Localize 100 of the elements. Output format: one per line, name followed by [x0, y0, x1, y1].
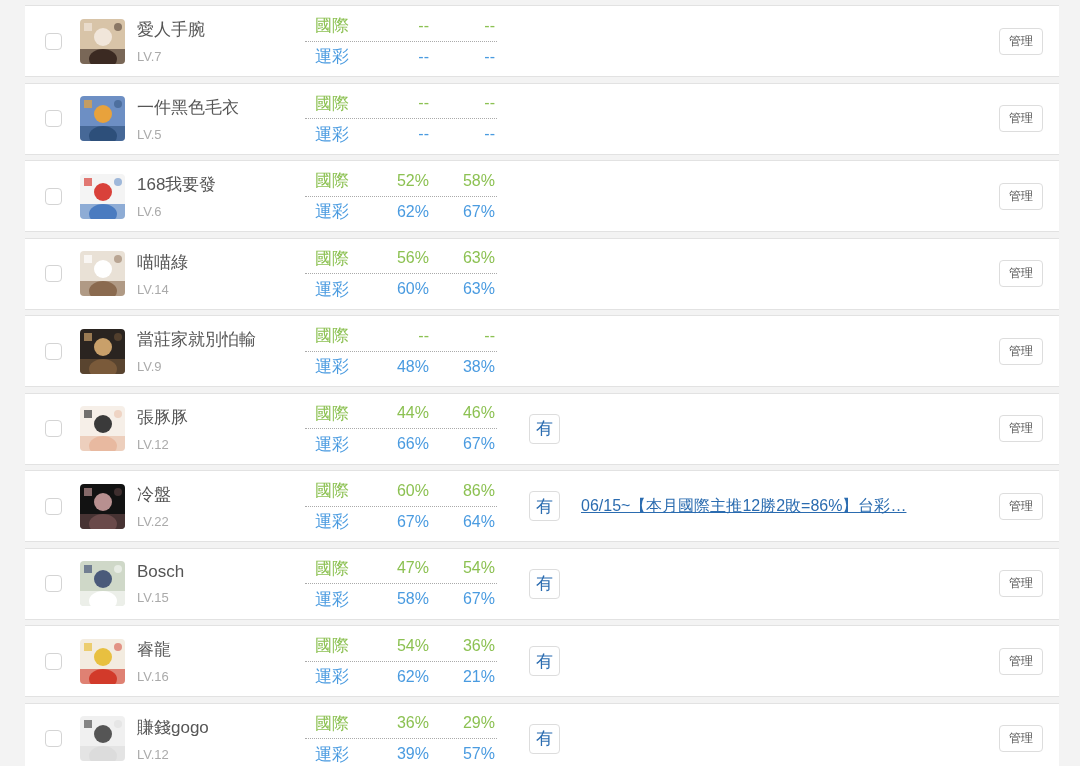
win-rate: 67% [461, 590, 495, 608]
category-label: 運彩 [315, 356, 350, 378]
win-rate: -- [417, 125, 429, 143]
category-label: 國際 [315, 170, 350, 192]
checkbox[interactable] [45, 575, 62, 592]
win-rate: 67% [461, 202, 495, 221]
level-label: LV.6 [137, 204, 163, 219]
level-label: LV.12 [137, 436, 170, 452]
category-label: 國際 [315, 15, 350, 37]
level-label: LV.7 [137, 49, 163, 64]
manage-button[interactable]: 管理 [999, 570, 1043, 597]
manage-button[interactable]: 管理 [999, 260, 1043, 287]
user-name: 當莊家就別怕輸 [137, 329, 257, 351]
user-name: Bosch [137, 562, 186, 582]
manage-button[interactable]: 管理 [999, 492, 1043, 520]
checkbox[interactable] [45, 420, 62, 437]
category-label: 國際 [315, 247, 350, 270]
category-label: 國際 [315, 712, 350, 735]
win-rate: 44% [395, 404, 429, 422]
win-rate: -- [417, 47, 429, 66]
has-button[interactable]: 有 [529, 723, 560, 754]
win-rate: 58% [461, 171, 495, 190]
user-name: 睿龍 [137, 639, 172, 661]
win-rate: 21% [461, 667, 495, 686]
win-rate: 47% [395, 559, 429, 577]
win-rate: -- [417, 326, 429, 345]
win-rate: -- [483, 326, 495, 345]
checkbox[interactable] [45, 265, 62, 282]
win-rate: 60% [395, 280, 429, 298]
win-rate: -- [483, 16, 495, 35]
win-rate: 67% [461, 435, 495, 453]
manage-button[interactable]: 管理 [999, 725, 1043, 752]
category-label: 運彩 [315, 123, 350, 146]
has-button[interactable]: 有 [529, 491, 560, 521]
win-rate: 67% [395, 512, 429, 531]
category-label: 國際 [315, 635, 350, 657]
level-label: LV.12 [137, 746, 170, 762]
category-label: 運彩 [315, 46, 350, 68]
manage-button[interactable]: 管理 [999, 415, 1043, 442]
user-name: 喵喵綠 [137, 251, 189, 274]
category-label: 運彩 [315, 743, 350, 766]
win-rate: -- [483, 94, 495, 112]
level-label: LV.22 [137, 514, 170, 529]
win-rate: -- [483, 47, 495, 66]
win-rate: 46% [461, 404, 495, 422]
manage-button[interactable]: 管理 [999, 337, 1043, 365]
win-rate: 48% [395, 357, 429, 376]
win-rate: 39% [395, 745, 429, 763]
win-rate: 38% [461, 357, 495, 376]
checkbox[interactable] [45, 342, 62, 360]
user-name: 168我要發 [137, 174, 218, 196]
manage-button[interactable]: 管理 [999, 647, 1043, 675]
category-label: 運彩 [315, 511, 350, 533]
level-label: LV.9 [137, 359, 163, 374]
user-name: 賺錢gogo [137, 716, 210, 739]
win-rate: 66% [395, 435, 429, 453]
level-label: LV.14 [137, 281, 170, 297]
win-rate: 56% [395, 249, 429, 267]
level-label: LV.15 [137, 590, 170, 605]
category-label: 國際 [315, 325, 350, 347]
checkbox[interactable] [45, 730, 62, 747]
category-label: 國際 [315, 402, 350, 425]
manage-button[interactable]: 管理 [999, 27, 1043, 55]
has-button[interactable]: 有 [529, 413, 560, 444]
user-name: 愛人手腕 [137, 19, 206, 41]
checkbox[interactable] [45, 187, 62, 205]
has-button[interactable]: 有 [529, 646, 560, 676]
category-label: 運彩 [315, 433, 350, 456]
checkbox[interactable] [45, 652, 62, 670]
win-rate: -- [417, 94, 429, 112]
checkbox[interactable] [45, 110, 62, 127]
checkbox[interactable] [45, 32, 62, 50]
win-rate: 54% [395, 636, 429, 655]
win-rate: 62% [395, 202, 429, 221]
checkbox[interactable] [45, 497, 62, 515]
level-label: LV.16 [137, 669, 170, 684]
win-rate: 62% [395, 667, 429, 686]
win-rate: -- [417, 16, 429, 35]
win-rate: -- [483, 125, 495, 143]
manage-button[interactable]: 管理 [999, 182, 1043, 210]
user-name: 一件黑色毛衣 [137, 96, 240, 119]
win-rate: 58% [395, 590, 429, 608]
has-button[interactable]: 有 [529, 568, 560, 599]
level-label: LV.5 [137, 126, 163, 142]
category-label: 運彩 [315, 666, 350, 688]
win-rate: 57% [461, 745, 495, 763]
win-rate: 36% [461, 636, 495, 655]
win-rate: 36% [395, 714, 429, 732]
category-label: 國際 [315, 480, 350, 502]
win-rate: 64% [461, 512, 495, 531]
user-name: 冷盤 [137, 484, 172, 506]
category-label: 運彩 [315, 588, 350, 611]
win-rate: 54% [461, 559, 495, 577]
win-rate: 52% [395, 171, 429, 190]
win-rate: 60% [395, 481, 429, 500]
win-rate: 63% [461, 280, 495, 298]
post-link[interactable]: 06/15~【本月國際主推12勝2敗=86%】台彩… [581, 496, 907, 514]
manage-button[interactable]: 管理 [999, 105, 1043, 132]
user-name: 張豚豚 [137, 406, 189, 429]
win-rate: 86% [461, 481, 495, 500]
